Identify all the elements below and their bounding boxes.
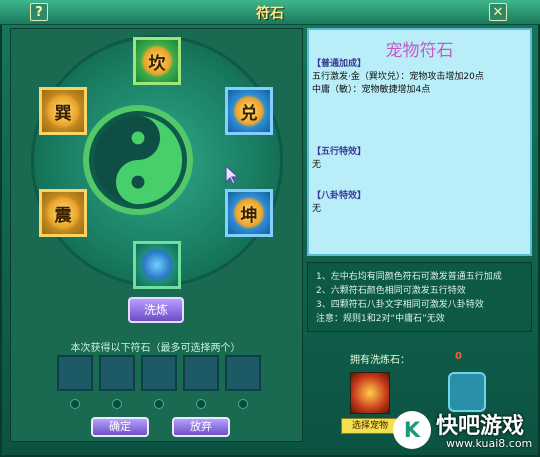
confirm-button[interactable]: 确定 <box>91 417 149 437</box>
select-radio-3[interactable] <box>154 399 164 409</box>
wuxing-effect-heading: 【五行特效】 <box>312 147 367 157</box>
rule-3: 3、四颗符石八卦文字相同可激发八卦特效 <box>316 300 484 310</box>
rule-2: 2、六颗符石颜色相同可激发五行特效 <box>316 286 466 296</box>
pet-portrait[interactable] <box>350 372 390 414</box>
window-title: 符石 <box>256 6 284 22</box>
rune-stone-xun[interactable]: 巽 <box>39 87 87 135</box>
result-slot-2[interactable] <box>99 355 135 391</box>
rune-stone-bottom[interactable] <box>133 241 181 289</box>
close-button[interactable]: ✕ <box>489 3 507 21</box>
result-slot-4[interactable] <box>183 355 219 391</box>
wash-stone-count: 0 <box>455 351 462 362</box>
select-radio-5[interactable] <box>238 399 248 409</box>
rune-stone-zhen[interactable]: 震 <box>39 189 87 237</box>
select-radio-4[interactable] <box>196 399 206 409</box>
select-pet-button[interactable]: 选择宠物 <box>341 418 399 434</box>
title-bar: ? 符石 ✕ <box>0 0 540 25</box>
general-bonus-line-2: 中庸（敏）：宠物敏捷增加4点 <box>312 85 431 95</box>
wash-stone-slot[interactable] <box>448 372 486 412</box>
rule-1: 1、左中右均有同颜色符石可激发普通五行加成 <box>316 272 502 282</box>
result-slot-5[interactable] <box>225 355 261 391</box>
result-slot-1[interactable] <box>57 355 93 391</box>
rune-stone-dui[interactable]: 兑 <box>225 87 273 135</box>
wuxing-effect-value: 无 <box>312 160 322 170</box>
general-bonus-line-1: 五行激发·金（巽坎兑）：宠物攻击增加20点 <box>312 72 484 82</box>
select-radio-2[interactable] <box>112 399 122 409</box>
watermark-url: www.kuai8.com <box>446 437 533 450</box>
wash-button[interactable]: 洗炼 <box>128 297 184 323</box>
rule-note: 注意：规则1和2对“中庸石”无效 <box>316 314 445 324</box>
abandon-button[interactable]: 放弃 <box>172 417 230 437</box>
result-slot-3[interactable] <box>141 355 177 391</box>
obtain-instruction: 本次获得以下符石（最多可选择两个） <box>70 343 241 354</box>
select-radio-1[interactable] <box>70 399 80 409</box>
pet-rune-info-panel: 宠物符石 【普通加成】 五行激发·金（巽坎兑）：宠物攻击增加20点 中庸（敏）：… <box>307 28 532 256</box>
mouse-cursor-icon <box>225 165 239 185</box>
yin-yang-icon <box>93 115 183 205</box>
bagua-effect-heading: 【八卦特效】 <box>312 191 367 201</box>
watermark-name: 快吧游戏 <box>436 414 525 439</box>
rules-panel: 1、左中右均有同颜色符石可激发普通五行加成 2、六颗符石颜色相同可激发五行特效 … <box>307 262 532 332</box>
rune-stone-kan[interactable]: 坎 <box>133 37 181 85</box>
general-bonus-heading: 【普通加成】 <box>312 59 367 69</box>
bagua-effect-value: 无 <box>312 204 322 214</box>
wash-stone-label: 拥有洗炼石： <box>350 355 410 366</box>
watermark-logo-icon: K <box>393 411 431 449</box>
rune-stone-kun[interactable]: 坤 <box>225 189 273 237</box>
